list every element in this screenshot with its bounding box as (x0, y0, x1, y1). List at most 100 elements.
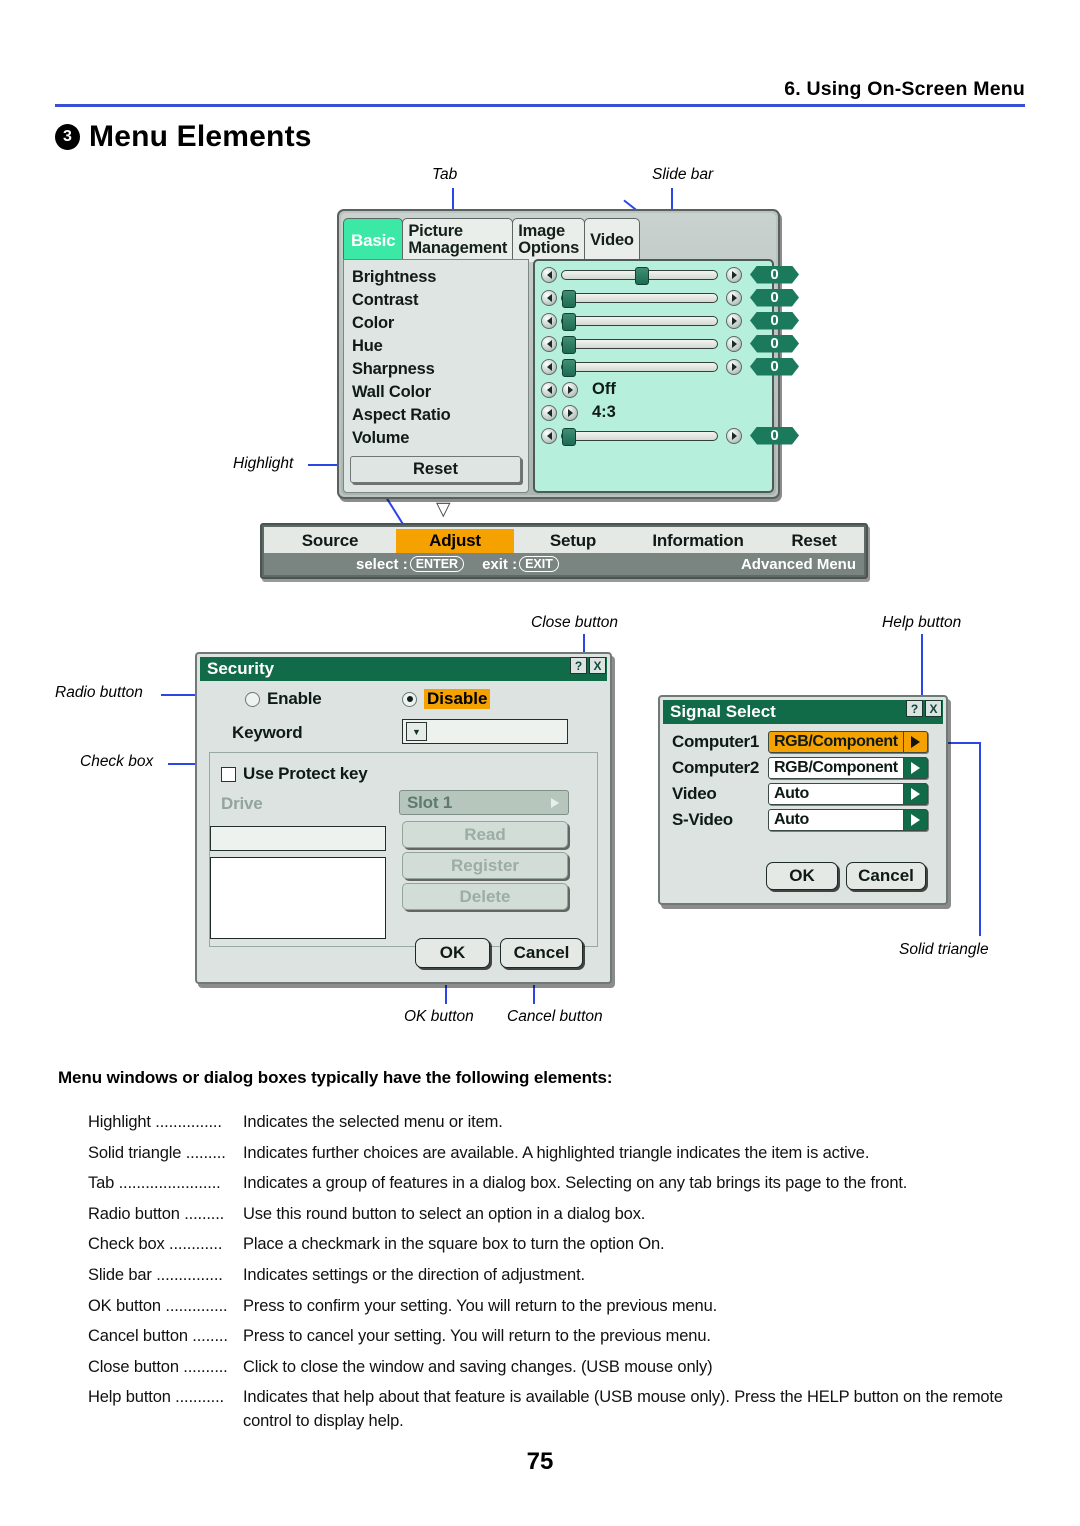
use-protect-key-group[interactable]: Use Protect key (221, 764, 368, 784)
protect-key-list[interactable] (210, 857, 386, 939)
menu-item-source[interactable]: Source (264, 529, 396, 553)
read-button[interactable]: Read (402, 821, 568, 848)
signal-select-video[interactable]: Auto (768, 783, 928, 805)
close-icon[interactable]: X (589, 657, 606, 674)
tab-image-options-line2: Options (518, 239, 580, 257)
wall-color-prev-button[interactable] (541, 381, 557, 398)
volume-slider-knob[interactable] (562, 427, 576, 446)
definition-term: Solid triangle ......... (88, 1143, 226, 1162)
hint-exit-label: exit : (482, 555, 518, 573)
signal-select-computer2[interactable]: RGB/Component (768, 757, 928, 779)
tab-image-options[interactable]: Image Options (512, 218, 586, 262)
security-ok-button[interactable]: OK (415, 938, 490, 968)
hint-select-label: select : (356, 555, 408, 573)
protect-path-input[interactable] (210, 826, 386, 851)
tab-image-options-line1: Image (518, 222, 565, 241)
aspect-ratio-next-button[interactable] (562, 404, 578, 421)
enable-radio[interactable] (245, 691, 260, 707)
help-icon[interactable]: ? (906, 700, 923, 717)
definition-term: OK button .............. (88, 1296, 228, 1315)
signal-label-computer2: Computer2 (672, 758, 760, 777)
volume-slider[interactable] (561, 427, 718, 446)
brightness-slider-knob[interactable] (634, 266, 649, 285)
tab-video[interactable]: Video (584, 218, 640, 262)
drive-chevron-icon[interactable] (544, 793, 566, 812)
leader-cancel-button (533, 985, 535, 1004)
register-button[interactable]: Register (402, 852, 568, 879)
advanced-menu-label[interactable]: Advanced Menu (741, 556, 856, 573)
delete-button[interactable]: Delete (402, 883, 568, 910)
color-increase-button[interactable] (726, 312, 742, 329)
wall-color-next-button[interactable] (562, 381, 578, 398)
hue-increase-button[interactable] (726, 335, 742, 352)
contrast-increase-button[interactable] (726, 289, 742, 306)
definition-desc: Indicates a group of features in a dialo… (243, 1174, 908, 1193)
definition-row: Close button .......... Click to close t… (88, 1357, 1033, 1378)
section-number-badge: 3 (55, 124, 80, 150)
menu-item-adjust[interactable]: Adjust (396, 529, 514, 553)
menu-item-information[interactable]: Information (632, 529, 764, 553)
osd-reset-button[interactable]: Reset (350, 456, 521, 483)
definitions-list: Highlight ............... Indicates the … (88, 1112, 1033, 1431)
keyword-input[interactable]: ▼ (402, 719, 730, 807)
keyword-dropdown-icon[interactable]: ▼ (406, 722, 427, 741)
signal-select-computer1[interactable]: RGB/Component (768, 731, 928, 753)
volume-decrease-button[interactable] (541, 427, 557, 444)
sharpness-slider-knob[interactable] (562, 358, 576, 377)
use-protect-key-label: Use Protect key (243, 764, 368, 783)
sharpness-increase-button[interactable] (726, 358, 742, 375)
contrast-slider[interactable] (561, 289, 718, 308)
security-cancel-button[interactable]: Cancel (500, 938, 583, 968)
signal-cancel-button[interactable]: Cancel (846, 862, 926, 890)
signal-select-s-video[interactable]: Auto (768, 809, 928, 831)
brightness-slider[interactable] (561, 266, 718, 285)
security-dialog: Security ? X Enable Disable Keyword ▼ Us… (195, 652, 730, 984)
hue-decrease-button[interactable] (541, 335, 557, 352)
color-slider[interactable] (561, 312, 718, 331)
close-icon[interactable]: X (925, 700, 942, 717)
page-number: 75 (526, 1448, 554, 1475)
contrast-decrease-button[interactable] (541, 289, 557, 306)
chevron-right-icon[interactable] (903, 757, 928, 779)
sharpness-decrease-button[interactable] (541, 358, 557, 375)
osd-menu-bar-hints: select : ENTER exit : EXIT Advanced Menu (264, 553, 864, 575)
register-button-label: Register (450, 855, 520, 875)
volume-increase-button[interactable] (726, 427, 742, 444)
contrast-slider-knob[interactable] (562, 289, 576, 308)
aspect-ratio-prev-button[interactable] (541, 404, 557, 421)
hue-slider[interactable] (561, 335, 718, 354)
help-icon[interactable]: ? (570, 657, 587, 674)
chevron-right-icon[interactable] (903, 731, 928, 753)
header-rule (55, 104, 1025, 107)
chevron-right-icon[interactable] (903, 809, 928, 831)
disable-radio-group[interactable]: Disable (402, 689, 491, 709)
color-decrease-button[interactable] (541, 312, 557, 329)
osd-label-column: Brightness Contrast Color Hue Sharpness … (343, 259, 529, 493)
callout-tab: Tab (432, 166, 458, 183)
osd-body: Brightness Contrast Color Hue Sharpness … (343, 259, 774, 493)
enable-radio-group[interactable]: Enable (245, 689, 322, 709)
osd-menu-bar-items: Source Adjust Setup Information Reset (264, 527, 864, 555)
security-dialog-titlebar: Security (200, 657, 607, 681)
menu-item-setup[interactable]: Setup (514, 529, 632, 553)
menu-item-reset[interactable]: Reset (764, 529, 864, 553)
security-dialog-title: Security (207, 659, 275, 678)
security-cancel-label: Cancel (513, 943, 570, 962)
drive-select[interactable]: Slot 1 (399, 790, 569, 815)
tab-basic[interactable]: Basic (343, 218, 404, 262)
tab-basic-label: Basic (351, 230, 396, 250)
brightness-increase-button[interactable] (726, 266, 742, 283)
use-protect-key-checkbox[interactable] (221, 766, 236, 782)
hue-slider-knob[interactable] (562, 335, 576, 354)
enter-keycap: ENTER (409, 556, 465, 572)
disable-radio[interactable] (402, 691, 417, 707)
callout-ok-button: OK button (404, 1008, 474, 1025)
chevron-right-icon[interactable] (903, 783, 928, 805)
sharpness-slider[interactable] (561, 358, 718, 377)
definition-desc: Press to cancel your setting. You will r… (243, 1327, 711, 1346)
color-slider-knob[interactable] (562, 312, 576, 331)
tab-picture-management[interactable]: Picture Management (402, 218, 514, 262)
signal-dialog-titlebar: Signal Select (663, 700, 943, 724)
signal-ok-button[interactable]: OK (766, 862, 838, 890)
brightness-decrease-button[interactable] (541, 266, 557, 283)
